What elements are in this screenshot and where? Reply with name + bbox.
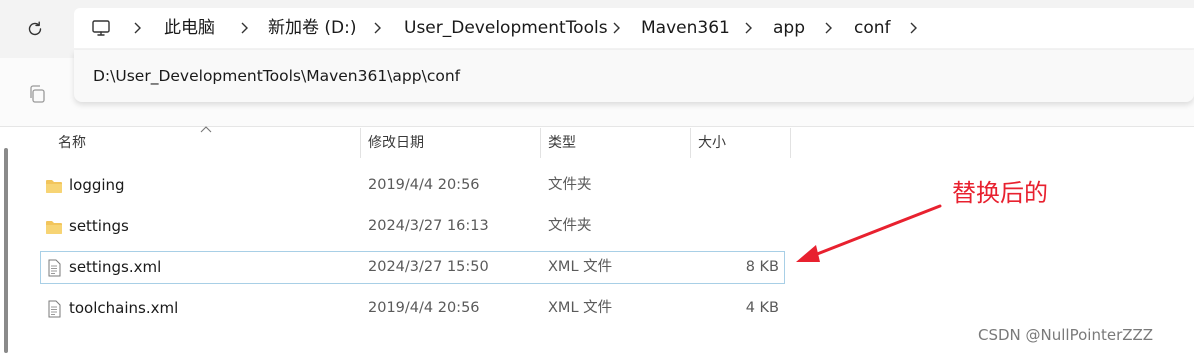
chevron-right-icon[interactable]	[741, 20, 755, 36]
file-size: 4 KB	[745, 300, 779, 316]
chevron-right-icon[interactable]	[609, 20, 623, 36]
breadcrumb-item-conf[interactable]: conf	[854, 8, 891, 48]
file-modified: 2019/4/4 20:56	[368, 300, 480, 316]
column-divider[interactable]	[690, 128, 691, 158]
column-divider[interactable]	[790, 128, 791, 158]
file-row-settings[interactable]: settings 2024/3/27 16:13 文件夹	[40, 210, 785, 243]
column-header-size[interactable]: 大小	[698, 128, 726, 158]
xml-file-icon	[48, 259, 61, 277]
watermark: CSDN @NullPointerZZZ	[978, 326, 1154, 344]
column-header-name[interactable]: 名称	[58, 128, 86, 158]
chevron-right-icon[interactable]	[237, 20, 251, 36]
file-name: settings.xml	[69, 258, 162, 276]
breadcrumb-item-maven[interactable]: Maven361	[641, 8, 730, 48]
annotation-label: 替换后的	[952, 179, 1048, 207]
breadcrumb-item-devtools[interactable]: User_DevelopmentTools	[404, 8, 608, 48]
scrollbar[interactable]	[4, 148, 8, 353]
column-header-type[interactable]: 类型	[548, 128, 576, 158]
breadcrumb-item-drive-d[interactable]: 新加卷 (D:)	[268, 8, 357, 48]
file-modified: 2024/3/27 15:50	[368, 259, 489, 275]
chevron-right-icon[interactable]	[130, 20, 144, 36]
file-name: logging	[69, 176, 125, 194]
file-modified: 2024/3/27 16:13	[368, 218, 489, 234]
column-divider[interactable]	[540, 128, 541, 158]
file-type: XML 文件	[548, 259, 613, 275]
file-type: 文件夹	[548, 177, 592, 193]
file-name: toolchains.xml	[69, 299, 179, 317]
breadcrumb[interactable]: 此电脑 新加卷 (D:) User_DevelopmentTools Maven…	[74, 8, 1194, 48]
sort-ascending-icon	[200, 126, 212, 133]
file-row-logging[interactable]: logging 2019/4/4 20:56 文件夹	[40, 169, 785, 202]
chevron-right-icon[interactable]	[906, 20, 920, 36]
refresh-icon	[28, 21, 42, 36]
file-row-settings-xml[interactable]: settings.xml 2024/3/27 15:50 XML 文件 8 KB	[40, 251, 785, 284]
file-type: XML 文件	[548, 300, 613, 316]
chevron-right-icon[interactable]	[821, 20, 835, 36]
address-path-text[interactable]: D:\User_DevelopmentTools\Maven361\app\co…	[93, 50, 460, 102]
refresh-button[interactable]	[22, 16, 48, 42]
chevron-right-icon[interactable]	[370, 20, 384, 36]
column-divider[interactable]	[360, 128, 361, 158]
file-name: settings	[69, 217, 129, 235]
folder-icon	[46, 180, 62, 193]
file-modified: 2019/4/4 20:56	[368, 177, 480, 193]
address-path-dropdown[interactable]: D:\User_DevelopmentTools\Maven361\app\co…	[74, 50, 1194, 102]
column-header-modified[interactable]: 修改日期	[368, 128, 424, 158]
breadcrumb-item-app[interactable]: app	[773, 8, 805, 48]
folder-icon	[46, 221, 62, 234]
copy-icon[interactable]	[27, 84, 47, 104]
file-size: 8 KB	[745, 259, 779, 275]
file-row-toolchains-xml[interactable]: toolchains.xml 2019/4/4 20:56 XML 文件 4 K…	[40, 292, 785, 325]
this-pc-icon[interactable]	[91, 18, 111, 38]
breadcrumb-item-this-pc[interactable]: 此电脑	[164, 8, 215, 48]
xml-file-icon	[48, 300, 61, 318]
file-type: 文件夹	[548, 218, 592, 234]
